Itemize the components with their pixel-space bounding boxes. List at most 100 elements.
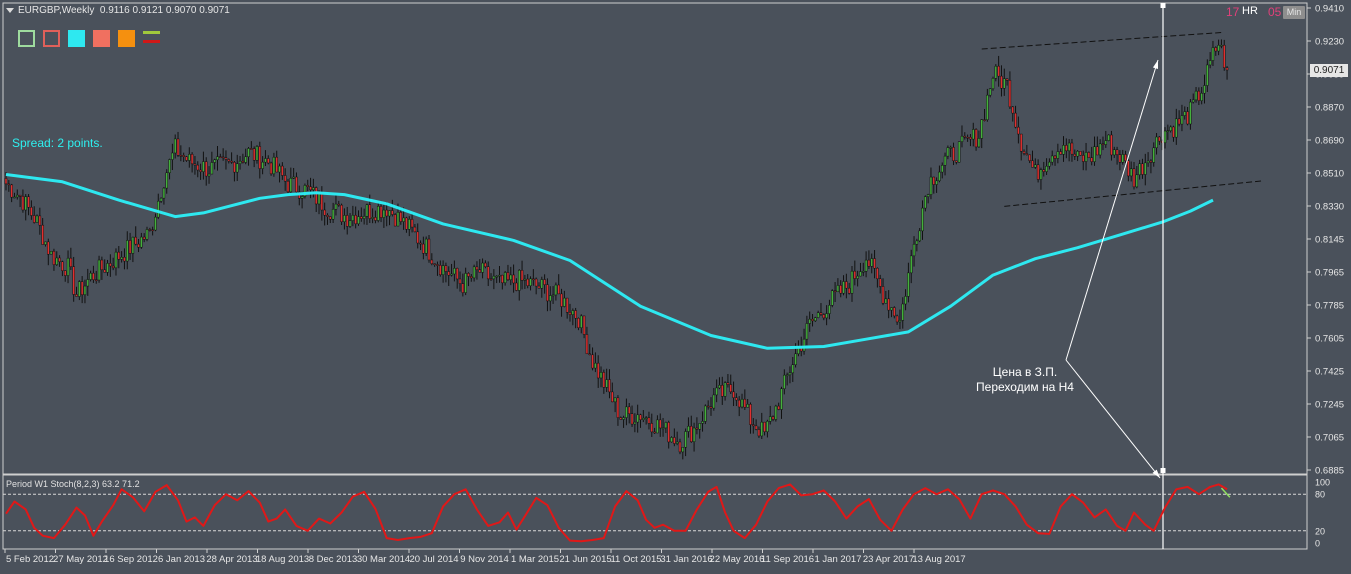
candle-body (523, 278, 527, 281)
candle-body (219, 156, 222, 158)
tool-fill-orange-icon[interactable] (118, 30, 135, 47)
tool-fill-salmon-icon[interactable] (93, 30, 110, 47)
candle-body (687, 425, 690, 432)
candle-body (1115, 149, 1119, 155)
candle-body (467, 273, 470, 277)
candle-body (340, 204, 343, 223)
tool-frame-green-icon[interactable] (18, 30, 35, 47)
candle-body (1081, 155, 1085, 162)
candle-body (207, 173, 211, 177)
candle-body (111, 265, 115, 269)
candle-body (585, 334, 589, 355)
candle-body (1050, 155, 1054, 163)
candle-body (137, 243, 140, 248)
candle-body (644, 417, 648, 419)
candle-body (1031, 160, 1034, 168)
candle-body (382, 209, 386, 218)
moving-average-line (5, 173, 1214, 350)
candle-body (1093, 146, 1096, 162)
tool-fill-cyan-icon[interactable] (68, 30, 85, 47)
candle-body (391, 210, 394, 215)
candle-body (704, 405, 707, 422)
candle-body (1067, 142, 1071, 152)
candle-body (376, 206, 380, 221)
candle-body (69, 257, 73, 267)
candle-body (774, 405, 778, 420)
candle-body (306, 185, 309, 187)
trading-chart[interactable]: 0.94100.92300.90500.88700.86900.85100.83… (0, 0, 1351, 569)
candle-body (1036, 164, 1040, 180)
candle-body (1048, 161, 1051, 167)
candle-body (235, 163, 239, 173)
candle-body (994, 65, 998, 79)
candle-body (853, 270, 857, 279)
candle-body (1135, 174, 1139, 188)
candle-body (754, 425, 758, 430)
candle-body (822, 314, 826, 319)
candle-body (802, 338, 806, 352)
candle-body (1008, 80, 1012, 108)
minute-button[interactable]: Min (1283, 6, 1305, 19)
candle-body (847, 287, 851, 294)
candle-body (202, 161, 205, 172)
candle-body (114, 251, 118, 269)
stochastic-label: Period W1 Stoch(8,2,3) 63.2 71.2 (6, 479, 140, 489)
candle-body (176, 138, 180, 156)
candle-body (230, 160, 233, 163)
candle-body (571, 310, 575, 315)
candle-body (706, 405, 710, 408)
candle-body (667, 422, 670, 443)
candle-body (388, 210, 391, 217)
x-tick-label: 23 Apr 2017 (863, 554, 914, 565)
candle-body (416, 231, 419, 244)
candle-body (520, 269, 524, 281)
y-tick-label: 0.7425 (1315, 367, 1344, 378)
candle-body (501, 274, 504, 284)
candle-body (546, 284, 549, 302)
candle-body (286, 180, 290, 193)
candle-body (162, 187, 166, 199)
candle-body (1158, 136, 1161, 142)
candle-body (154, 216, 157, 231)
candle-body (766, 421, 769, 432)
candle-body (405, 217, 408, 230)
candle-body (718, 385, 721, 389)
x-tick-label: 8 Dec 2013 (309, 554, 358, 565)
candle-body (650, 423, 654, 433)
candle-body (873, 258, 876, 269)
chart-svg[interactable]: 0.94100.92300.90500.88700.86900.85100.83… (0, 0, 1351, 569)
candle-body (86, 279, 90, 287)
candle-body (1070, 142, 1074, 155)
candle-body (1028, 154, 1031, 161)
candle-body (653, 431, 656, 434)
tool-lines-green-red-icon[interactable] (143, 30, 160, 48)
candle-body (1034, 164, 1037, 168)
candle-body (49, 250, 53, 255)
candle-body (357, 216, 360, 225)
candle-body (918, 230, 921, 242)
candle-body (269, 162, 273, 175)
candle-body (140, 236, 143, 248)
candle-body (1104, 140, 1108, 145)
candle-body (611, 391, 614, 403)
y-tick-label: 0.7245 (1315, 400, 1344, 411)
candle-body (171, 152, 174, 160)
candle-body (684, 431, 687, 448)
candle-body (867, 259, 871, 267)
tool-frame-red-icon[interactable] (43, 30, 60, 47)
candle-body (61, 261, 64, 271)
candle-body (551, 294, 555, 297)
candle-body (7, 183, 11, 186)
candle-body (472, 266, 476, 279)
candle-body (729, 384, 732, 393)
candle-body (281, 165, 284, 176)
candle-body (1039, 169, 1043, 180)
candle-body (633, 421, 637, 425)
stoch-tick-label: 20 (1315, 526, 1325, 536)
candle-body (21, 196, 25, 211)
candle-body (515, 282, 518, 291)
candle-body (204, 161, 208, 177)
dropdown-triangle-icon[interactable] (6, 7, 14, 13)
candle-body (1101, 143, 1105, 146)
candle-body (529, 278, 532, 287)
